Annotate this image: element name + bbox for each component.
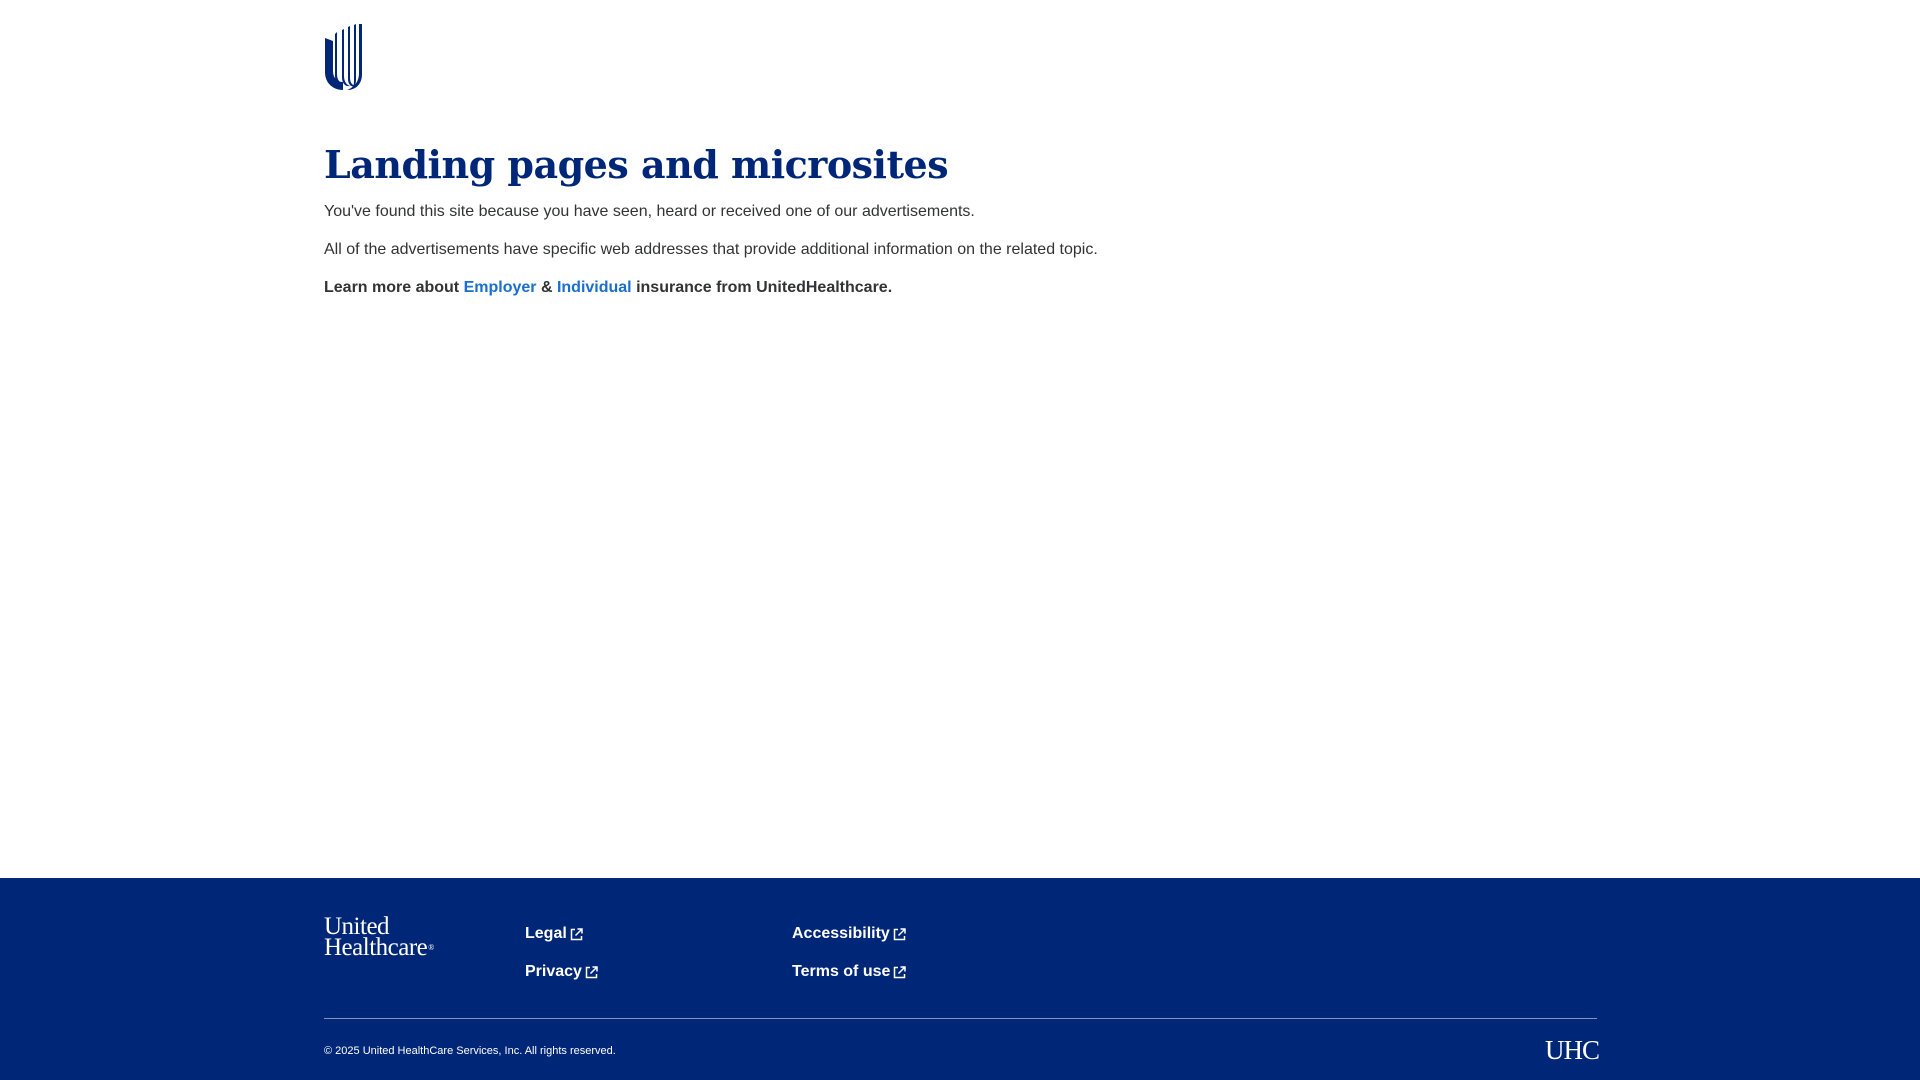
learn-more-amp: &: [536, 279, 557, 296]
uhc-wordmark: UHC: [1545, 1035, 1600, 1065]
page: Landing pages and microsites You've foun…: [0, 0, 1920, 1080]
intro-paragraph: You've found this site because you have …: [324, 203, 975, 220]
footer-link-accessibility[interactable]: Accessibility: [792, 923, 906, 945]
copyright-text: © 2025 United HealthCare Services, Inc. …: [324, 1045, 616, 1057]
info-paragraph: All of the advertisements have specific …: [324, 241, 1098, 258]
learn-more-suffix: insurance from UnitedHealthcare.: [631, 279, 893, 296]
page-title: Landing pages and microsites: [324, 142, 949, 187]
footer-link-label: Legal: [525, 925, 567, 942]
external-link-icon: [570, 927, 583, 940]
footer-link-terms[interactable]: Terms of use: [792, 961, 907, 983]
footer-link-legal[interactable]: Legal: [525, 923, 583, 945]
employer-link[interactable]: Employer: [464, 279, 537, 296]
main-content: Landing pages and microsites You've foun…: [324, 140, 1604, 299]
footer: United Healthcare® Legal Privacy Accessi…: [0, 878, 1920, 1080]
external-link-icon: [585, 965, 598, 978]
footer-link-label: Accessibility: [792, 925, 890, 942]
brand-line-2: Healthcare®: [324, 934, 434, 961]
external-link-icon: [894, 965, 907, 978]
uhc-u-logo-icon[interactable]: [323, 24, 363, 90]
footer-link-privacy[interactable]: Privacy: [525, 961, 598, 983]
footer-link-label: Terms of use: [792, 963, 891, 980]
footer-link-label: Privacy: [525, 963, 582, 980]
learn-more-paragraph: Learn more about Employer & Individual i…: [324, 277, 1604, 299]
learn-more-prefix: Learn more about: [324, 279, 464, 296]
individual-link[interactable]: Individual: [557, 279, 632, 296]
external-link-icon: [893, 927, 906, 940]
footer-divider: [324, 1018, 1597, 1019]
footer-brand-logo[interactable]: United Healthcare®: [324, 914, 434, 961]
